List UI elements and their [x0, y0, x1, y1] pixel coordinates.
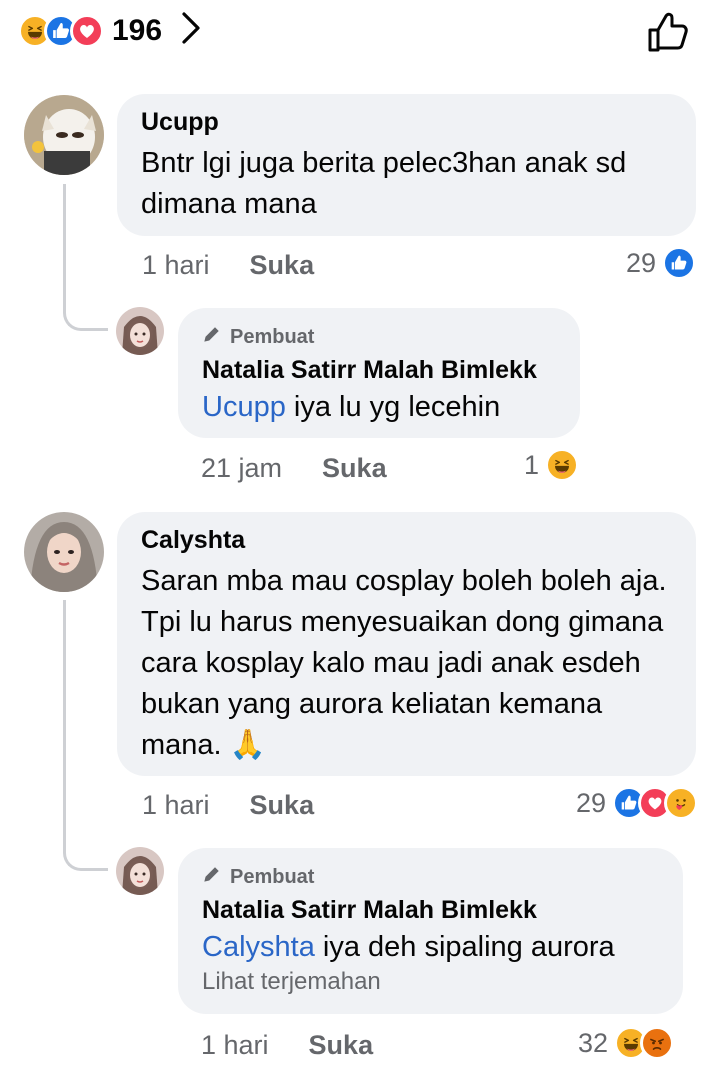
comment-reactions[interactable]: 29 — [576, 786, 698, 820]
reply-meta: 21 jam Suka — [201, 453, 387, 484]
reply-bubble[interactable]: Pembuat Natalia Satirr Malah Bimlekk Ucu… — [178, 308, 580, 438]
reply-reactions[interactable]: 32 — [578, 1026, 675, 1060]
like-button[interactable]: Suka — [250, 250, 315, 280]
reply-author[interactable]: Natalia Satirr Malah Bimlekk — [202, 896, 659, 925]
care-icon — [664, 786, 698, 820]
like-outline-icon[interactable] — [644, 8, 692, 56]
comment-time[interactable]: 1 hari — [142, 250, 210, 280]
reaction-count: 1 — [524, 449, 540, 480]
haha-icon — [545, 448, 580, 482]
avatar[interactable] — [116, 847, 164, 895]
reaction-summary[interactable]: 196 — [18, 8, 202, 54]
comment-author[interactable]: Ucupp — [141, 108, 672, 137]
comment-reactions[interactable]: 29 — [626, 246, 696, 280]
avatar[interactable] — [24, 512, 104, 592]
reaction-count: 29 — [625, 247, 656, 278]
reply-text: Ucupp iya lu yg lecehin — [202, 387, 556, 428]
comment-meta: 1 hari Suka — [142, 790, 314, 821]
reaction-count: 32 — [578, 1027, 609, 1058]
reply-meta: 1 hari Suka — [201, 1030, 373, 1061]
comment-time[interactable]: 1 hari — [142, 790, 210, 820]
reply-body: iya deh sipaling aurora — [314, 931, 615, 963]
avatar[interactable] — [116, 307, 164, 355]
like-button[interactable]: Suka — [250, 790, 315, 820]
chevron-right-icon[interactable] — [180, 11, 202, 51]
love-icon — [70, 14, 104, 48]
comment-text: Bntr lgi juga berita pelec3han anak sd d… — [141, 147, 627, 220]
author-badge: Pembuat — [202, 324, 556, 350]
reaction-count: 196 — [112, 14, 163, 47]
comment-text: Saran mba mau cosplay boleh boleh aja. T… — [141, 565, 667, 761]
reply-bubble[interactable]: Pembuat Natalia Satirr Malah Bimlekk Cal… — [178, 848, 683, 1014]
thread-connector — [63, 600, 108, 871]
badge-label: Pembuat — [230, 325, 315, 348]
thread-connector — [63, 184, 108, 331]
reply-reactions[interactable]: 1 — [524, 448, 580, 482]
reply-text: Calyshta iya deh sipaling aurora — [202, 927, 659, 968]
mention-link[interactable]: Calyshta — [202, 931, 315, 963]
reply-body: iya lu yg lecehin — [285, 391, 501, 423]
like-button[interactable]: Suka — [322, 453, 387, 483]
pencil-icon — [202, 864, 222, 890]
reply-time[interactable]: 21 jam — [201, 453, 282, 483]
comment-bubble[interactable]: Ucupp Bntr lgi juga berita pelec3han ana… — [117, 94, 696, 236]
comment-author[interactable]: Calyshta — [141, 526, 672, 555]
angry-icon — [640, 1026, 675, 1060]
badge-label: Pembuat — [230, 865, 315, 888]
comment-bubble[interactable]: Calyshta Saran mba mau cosplay boleh bol… — [117, 512, 696, 776]
reaction-count: 29 — [575, 787, 606, 818]
reply-time[interactable]: 1 hari — [201, 1030, 269, 1060]
like-button[interactable]: Suka — [309, 1030, 374, 1060]
pencil-icon — [202, 324, 222, 350]
comment-meta: 1 hari Suka — [142, 250, 314, 281]
author-badge: Pembuat — [202, 864, 659, 890]
like-icon — [662, 246, 696, 280]
mention-link[interactable]: Ucupp — [202, 391, 286, 423]
avatar[interactable] — [24, 95, 104, 175]
reply-author[interactable]: Natalia Satirr Malah Bimlekk — [202, 356, 556, 385]
see-translation-link[interactable]: Lihat terjemahan — [202, 968, 659, 996]
